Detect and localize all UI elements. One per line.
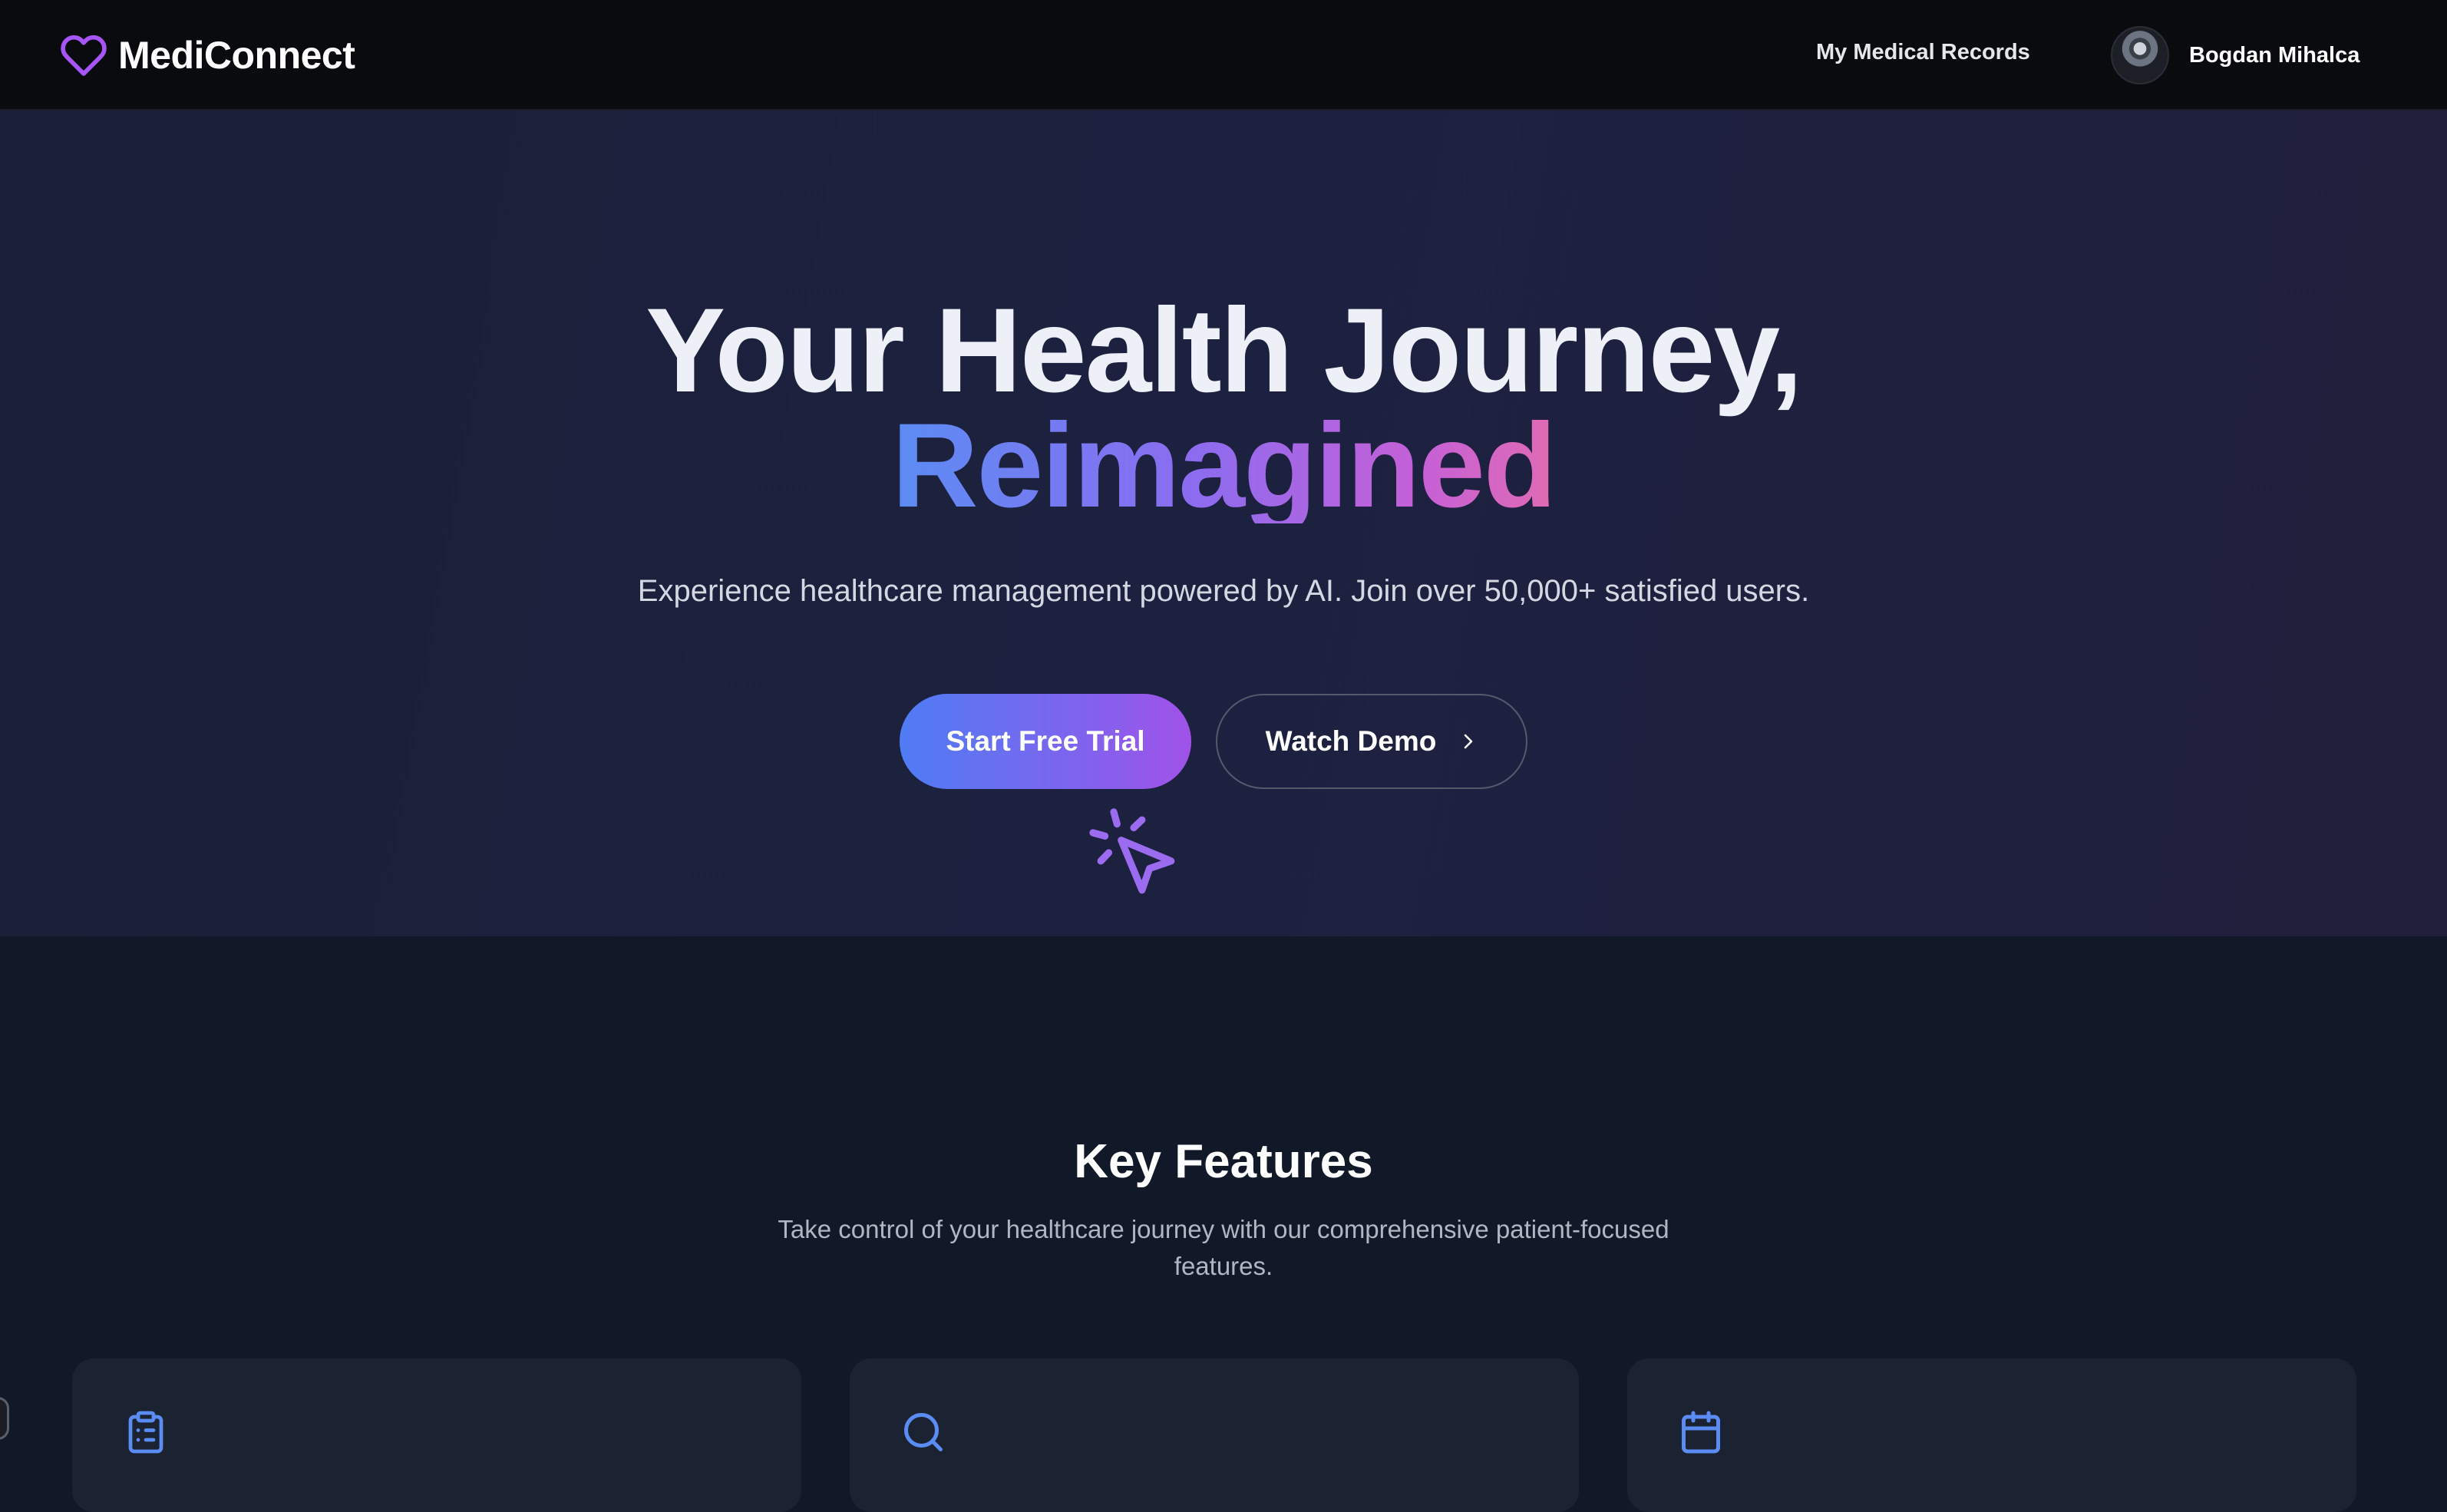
heart-icon bbox=[60, 33, 107, 78]
features-title: Key Features bbox=[1074, 1135, 1373, 1188]
start-free-trial-label: Start Free Trial bbox=[946, 725, 1145, 757]
floating-toggle-handle[interactable] bbox=[0, 1397, 9, 1440]
features-subtitle: Take control of your healthcare journey … bbox=[778, 1215, 1669, 1280]
feature-card-search[interactable] bbox=[850, 1358, 1579, 1512]
hero-subtitle: Experience healthcare management powered… bbox=[637, 574, 1810, 608]
hero-title: Your Health Journey, Reimagined bbox=[0, 291, 2447, 533]
chevron-right-icon bbox=[1459, 732, 1478, 751]
brand-name: MediConnect bbox=[118, 34, 355, 77]
nav-link-medical-records[interactable]: My Medical Records bbox=[1816, 40, 2030, 65]
user-name: Bogdan Mihalca bbox=[2189, 42, 2360, 68]
top-navbar: MediConnect My Medical Records Bogdan Mi… bbox=[0, 0, 2447, 111]
start-free-trial-button[interactable]: Start Free Trial bbox=[900, 694, 1191, 789]
user-menu[interactable]: Bogdan Mihalca bbox=[2111, 25, 2359, 86]
features-section: Key Features Take control of your health… bbox=[0, 936, 2447, 1512]
search-icon bbox=[900, 1409, 946, 1455]
hero-title-line1: Your Health Journey, bbox=[646, 284, 1803, 418]
clipboard-list-icon bbox=[123, 1409, 169, 1455]
avatar[interactable] bbox=[2111, 26, 2169, 84]
calendar-icon bbox=[1678, 1409, 1724, 1455]
brand-logo[interactable]: MediConnect bbox=[60, 31, 355, 80]
watch-demo-label: Watch Demo bbox=[1265, 725, 1437, 757]
watch-demo-button[interactable]: Watch Demo bbox=[1216, 694, 1527, 789]
feature-card-records[interactable] bbox=[72, 1358, 801, 1512]
hero-section: Your Health Journey, Reimagined Experien… bbox=[0, 111, 2447, 936]
hero-title-accent: Reimagined bbox=[891, 399, 1557, 533]
feature-card-appointments[interactable] bbox=[1627, 1358, 2356, 1512]
mouse-pointer-click-icon bbox=[1084, 803, 1184, 903]
